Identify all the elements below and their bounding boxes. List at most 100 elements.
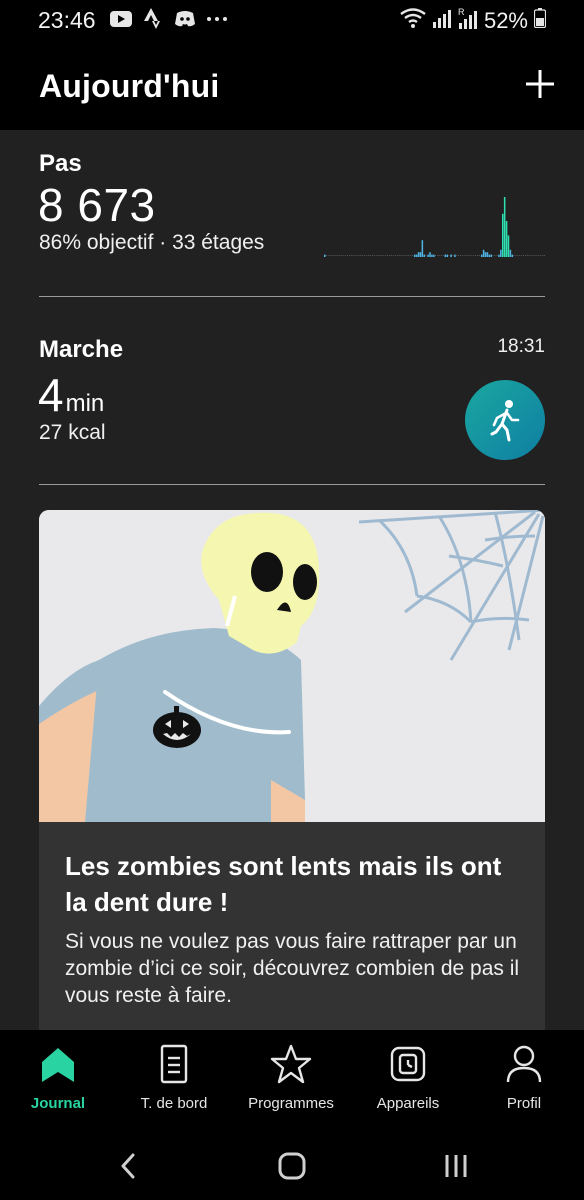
- chart-baseline-dot: [517, 255, 519, 256]
- chart-baseline-dot: [459, 255, 461, 256]
- zombie-illustration: [39, 510, 545, 822]
- article-card[interactable]: Les zombies sont lents mais ils ont la d…: [39, 510, 545, 1030]
- chart-baseline-dot: [513, 255, 515, 256]
- chart-baseline-dot: [540, 255, 542, 256]
- chart-baseline-dot: [469, 255, 471, 256]
- chart-baseline-dot: [457, 255, 459, 256]
- nav-label: T. de bord: [140, 1095, 208, 1112]
- chart-baseline-dot: [390, 255, 392, 256]
- document-icon: [160, 1044, 188, 1084]
- divider: [39, 296, 545, 297]
- star-icon: [270, 1044, 312, 1084]
- steps-label: Pas: [39, 150, 82, 177]
- chart-baseline-dot: [354, 255, 356, 256]
- chart-baseline-dot: [394, 255, 396, 256]
- chart-baseline-dot: [435, 255, 436, 256]
- watch-icon: [390, 1046, 426, 1082]
- journal-feed[interactable]: Pas 8 673 86% objectif · 33 étages March…: [0, 130, 584, 1030]
- recents-button[interactable]: [436, 1146, 476, 1186]
- discord-icon: [174, 8, 196, 30]
- chart-baseline-dot: [425, 255, 427, 256]
- chart-baseline-dot: [346, 255, 348, 256]
- chart-baseline-dot: [538, 255, 540, 256]
- chart-bar: [433, 254, 435, 257]
- chart-bar: [498, 254, 500, 257]
- chart-bar: [507, 235, 510, 257]
- chart-baseline-dot: [396, 255, 398, 256]
- chart-baseline-dot: [463, 255, 465, 256]
- chart-baseline-dot: [362, 255, 364, 256]
- chart-baseline-dot: [492, 255, 494, 256]
- chart-bar: [490, 254, 493, 257]
- chart-baseline-dot: [356, 255, 358, 256]
- chart-baseline-dot: [335, 255, 337, 256]
- chart-bar: [503, 197, 506, 257]
- chart-baseline-dot: [343, 255, 345, 256]
- chart-baseline-dot: [523, 255, 525, 256]
- chart-bar: [450, 254, 452, 257]
- chart-baseline-dot: [524, 255, 526, 256]
- chart-bar: [511, 254, 514, 257]
- chart-bar: [446, 254, 449, 257]
- chart-baseline-dot: [341, 255, 343, 256]
- chart-baseline-dot: [436, 255, 438, 256]
- status-notification-icons: [110, 8, 228, 30]
- strava-icon: [142, 8, 164, 30]
- add-button[interactable]: [522, 66, 558, 102]
- chart-bar: [413, 254, 416, 257]
- activity-calories: 27 kcal: [39, 421, 106, 444]
- chart-bar: [505, 221, 508, 257]
- battery-icon: [533, 8, 547, 33]
- activity-type-button[interactable]: [465, 380, 545, 460]
- chart-baseline-dot: [400, 255, 402, 256]
- chart-baseline-dot: [350, 255, 352, 256]
- chart-baseline-dot: [360, 255, 362, 256]
- chart-baseline-dot: [381, 255, 383, 256]
- plus-icon: [526, 70, 554, 98]
- activity-duration-unit: min: [65, 390, 105, 417]
- chart-baseline-dot: [352, 255, 354, 256]
- chart-baseline-dot: [521, 255, 523, 256]
- chart-bar: [501, 213, 504, 257]
- chart-baseline-dot: [475, 255, 477, 256]
- steps-goal-floors: 86% objectif · 33 étages: [39, 231, 265, 254]
- home-button[interactable]: [272, 1146, 312, 1186]
- chart-baseline-dot: [461, 255, 463, 256]
- chart-baseline-dot: [369, 255, 371, 256]
- profile-icon: [506, 1045, 542, 1083]
- chart-baseline-dot: [368, 255, 370, 256]
- chart-baseline-dot: [404, 255, 406, 256]
- chart-bar: [421, 240, 424, 257]
- nav-journal[interactable]: Journal: [0, 1042, 116, 1112]
- back-button[interactable]: [108, 1146, 148, 1186]
- chart-bar: [509, 249, 512, 257]
- chart-baseline-dot: [377, 255, 379, 256]
- chart-baseline-dot: [467, 255, 469, 256]
- chart-baseline-dot: [536, 255, 538, 256]
- chart-baseline-dot: [383, 255, 385, 256]
- nav-label: Profil: [506, 1095, 542, 1112]
- article-title: Les zombies sont lents mais ils ont la d…: [65, 851, 502, 917]
- nav-dashboard[interactable]: T. de bord: [116, 1042, 232, 1112]
- chart-baseline-dot: [515, 255, 517, 256]
- chart-bar: [429, 252, 431, 257]
- activity-label: Marche: [39, 336, 124, 363]
- system-navigation-bar: [0, 1130, 584, 1200]
- chart-baseline-dot: [364, 255, 366, 256]
- chart-baseline-dot: [331, 255, 333, 256]
- nav-devices[interactable]: Appareils: [350, 1042, 466, 1112]
- chart-baseline-dot: [329, 255, 331, 256]
- chart-baseline-dot: [519, 255, 521, 256]
- chart-bar: [324, 254, 326, 257]
- chart-baseline-dot: [366, 255, 368, 256]
- nav-programs[interactable]: Programmes: [233, 1042, 349, 1112]
- nav-profile[interactable]: Profil: [466, 1042, 582, 1112]
- divider: [39, 484, 545, 485]
- chart-baseline-dot: [392, 255, 394, 256]
- chart-bar: [423, 254, 426, 257]
- home-button-icon: [278, 1152, 306, 1180]
- chart-baseline-dot: [333, 255, 335, 256]
- chart-bar: [444, 254, 447, 257]
- home-icon: [42, 1048, 74, 1082]
- chart-baseline-dot: [358, 255, 360, 256]
